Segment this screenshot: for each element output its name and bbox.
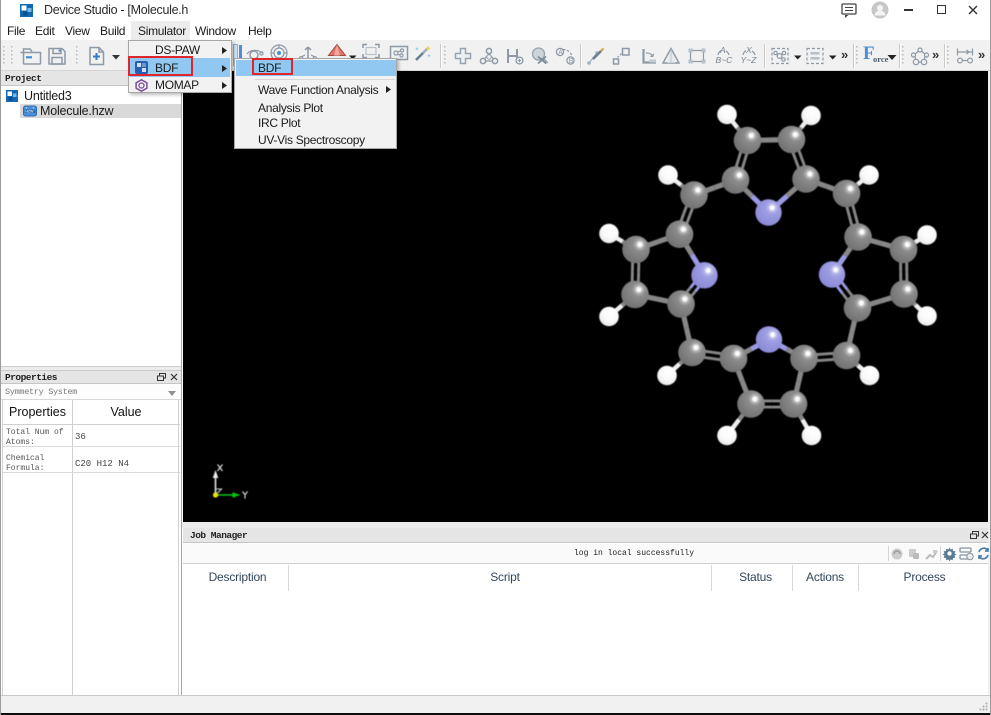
svg-text:HZW: HZW	[25, 110, 34, 114]
svg-text:B~C: B~C	[716, 55, 734, 65]
svg-text:Y~Z: Y~Z	[741, 55, 758, 65]
svg-text:A: A	[719, 45, 726, 55]
svg-text:A: A	[558, 49, 563, 56]
svg-text:B: B	[569, 58, 574, 65]
svg-text:X: X	[745, 45, 752, 55]
